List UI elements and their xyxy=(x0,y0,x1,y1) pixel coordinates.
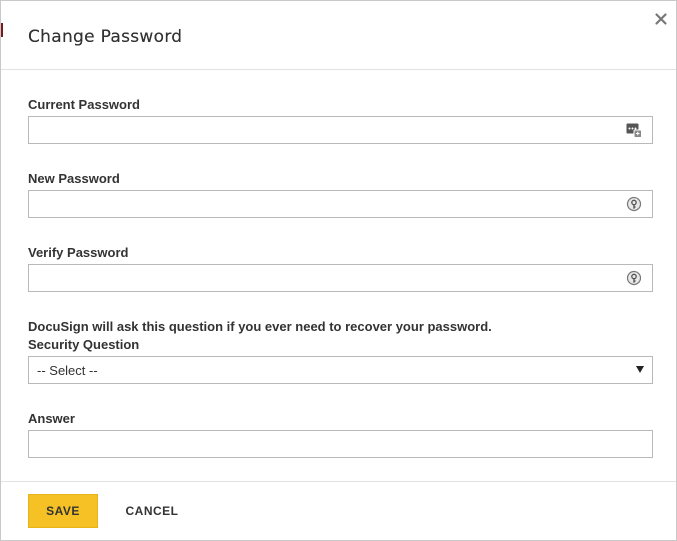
save-button[interactable]: SAVE xyxy=(28,494,98,528)
current-password-input[interactable] xyxy=(29,117,625,143)
current-password-label: Current Password xyxy=(28,97,140,112)
dropdown-arrow-icon xyxy=(636,366,644,373)
close-icon[interactable] xyxy=(653,11,669,27)
dialog-header: Change Password xyxy=(1,1,676,70)
verify-password-label: Verify Password xyxy=(28,245,129,260)
security-question-select[interactable]: -- Select -- xyxy=(28,356,653,384)
security-question-label: Security Question xyxy=(28,337,140,352)
password-manager-icon[interactable] xyxy=(626,122,642,138)
password-key-icon[interactable] xyxy=(626,196,642,212)
new-password-input[interactable] xyxy=(29,191,625,217)
verify-password-field[interactable] xyxy=(28,264,653,292)
verify-password-input[interactable] xyxy=(29,265,625,291)
footer-divider xyxy=(1,481,676,482)
security-helper-text: DocuSign will ask this question if you e… xyxy=(28,319,492,334)
answer-label: Answer xyxy=(28,411,75,426)
security-question-value: -- Select -- xyxy=(37,363,98,378)
current-password-field[interactable] xyxy=(28,116,653,144)
password-key-icon[interactable] xyxy=(626,270,642,286)
change-password-dialog: Change Password Current Password New Pas… xyxy=(0,0,677,541)
cancel-button[interactable]: CANCEL xyxy=(117,494,187,528)
dialog-title: Change Password xyxy=(28,27,183,47)
answer-input[interactable] xyxy=(29,431,625,457)
answer-field[interactable] xyxy=(28,430,653,458)
new-password-label: New Password xyxy=(28,171,120,186)
new-password-field[interactable] xyxy=(28,190,653,218)
